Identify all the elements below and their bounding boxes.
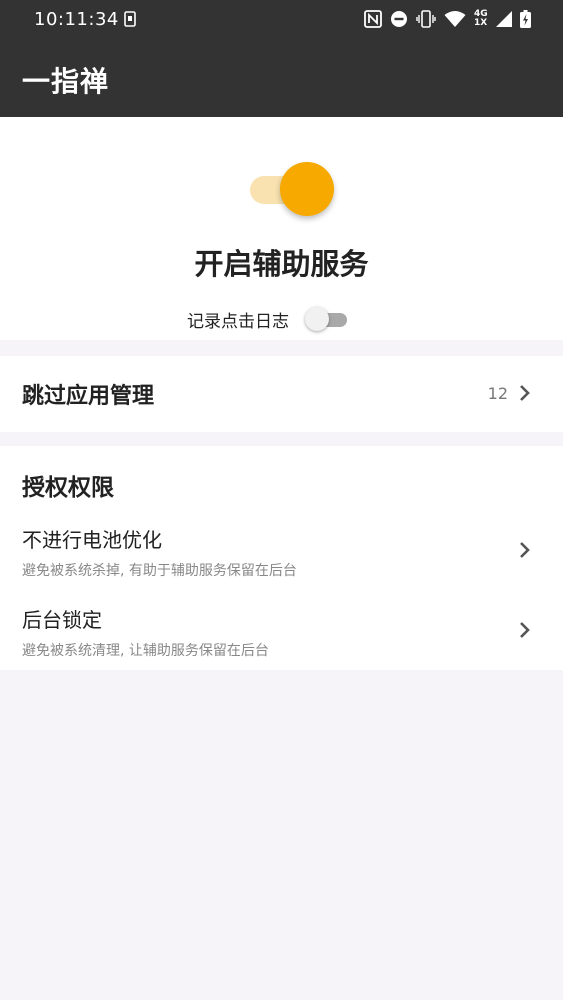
notification-icon (124, 11, 136, 27)
service-title: 开启辅助服务 (194, 247, 369, 281)
signal-icon (496, 11, 512, 27)
battery-icon (520, 10, 531, 28)
skip-apps-label: 跳过应用管理 (22, 384, 155, 409)
perm-item-desc: 避免被系统杀掉, 有助于辅助服务保留在后台 (22, 563, 297, 579)
chevron-right-icon (520, 542, 530, 558)
chevron-right-icon (520, 385, 530, 401)
service-card: 开启辅助服务 记录点击日志 (0, 117, 563, 340)
toggle-thumb (305, 307, 329, 331)
permissions-card: 授权权限 不进行电池优化 避免被系统杀掉, 有助于辅助服务保留在后台 后台锁定 … (0, 446, 563, 670)
battery-optimization-row[interactable]: 不进行电池优化 避免被系统杀掉, 有助于辅助服务保留在后台 (0, 520, 563, 596)
status-time: 10:11:34 (34, 9, 119, 30)
skip-apps-count: 12 (487, 384, 508, 403)
wifi-icon (444, 11, 466, 27)
perm-item-desc: 避免被系统清理, 让辅助服务保留在后台 (22, 643, 269, 659)
click-log-row: 记录点击日志 (187, 303, 349, 335)
status-bar: 10:11:34 4G 1X (0, 0, 563, 40)
network-type: 4G 1X (474, 9, 488, 28)
accessibility-service-toggle[interactable] (250, 162, 338, 218)
status-icons: 4G 1X (364, 9, 531, 29)
app-bar: 一指禅 (0, 40, 563, 117)
click-log-label: 记录点击日志 (187, 311, 289, 332)
nfc-icon (364, 10, 382, 28)
toggle-thumb (280, 162, 334, 216)
chevron-right-icon (520, 622, 530, 638)
do-not-disturb-icon (391, 11, 407, 27)
vibrate-icon (416, 10, 436, 28)
permissions-header: 授权权限 (22, 475, 114, 501)
perm-item-title: 不进行电池优化 (22, 528, 162, 552)
app-title: 一指禅 (22, 65, 110, 98)
background-lock-row[interactable]: 后台锁定 避免被系统清理, 让辅助服务保留在后台 (0, 600, 563, 676)
perm-item-title: 后台锁定 (22, 608, 102, 632)
skip-apps-row[interactable]: 跳过应用管理 12 (0, 356, 563, 432)
click-log-toggle[interactable] (305, 306, 349, 332)
